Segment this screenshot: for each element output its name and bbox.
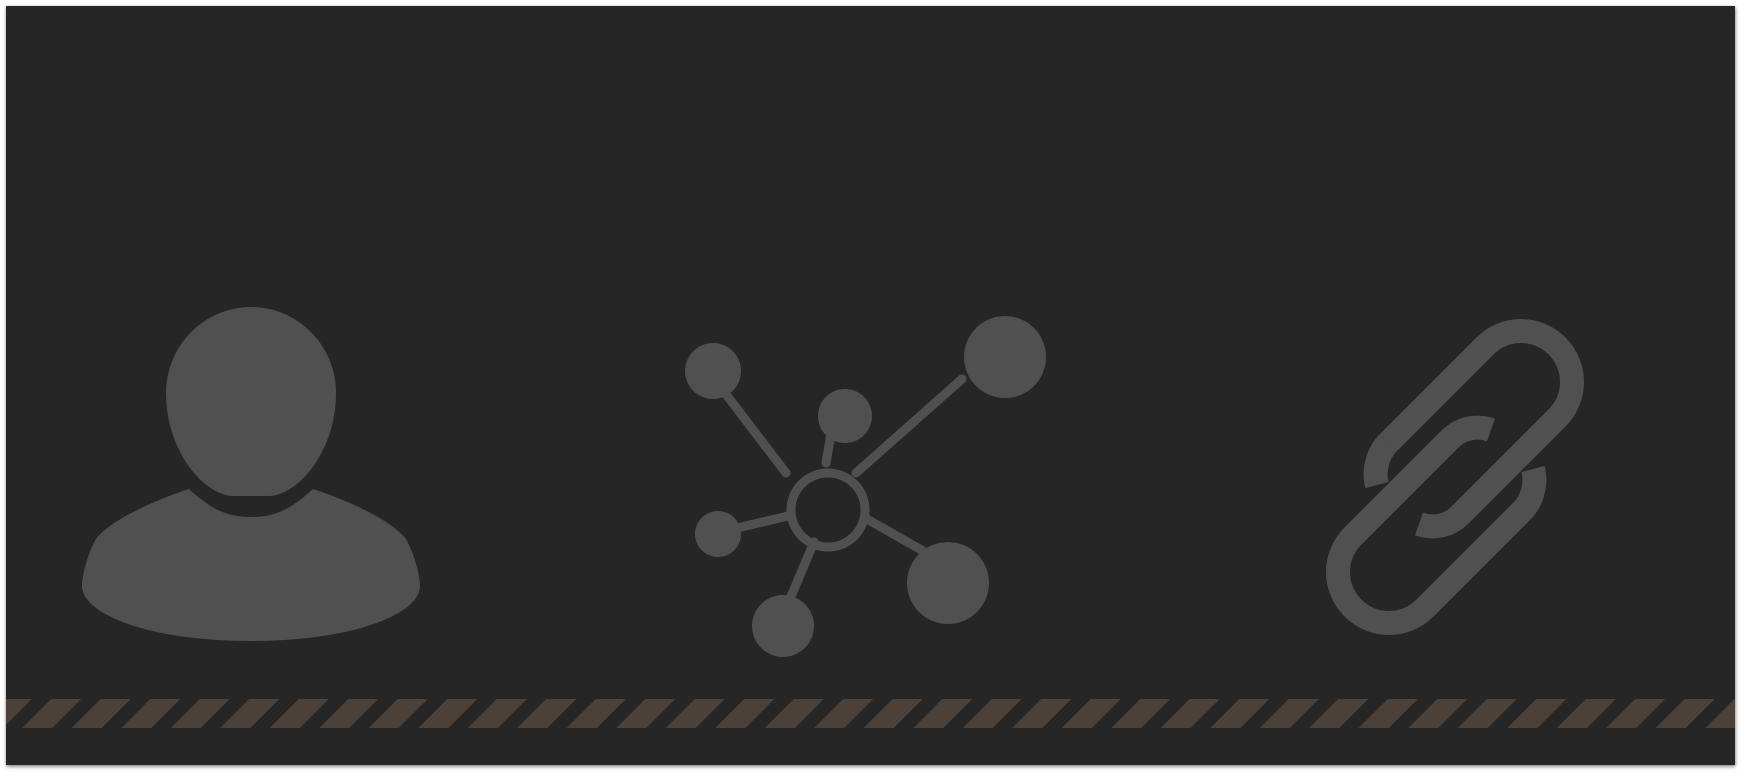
hazard-stripe-band	[6, 699, 1735, 728]
network-icon	[685, 316, 1046, 657]
user-icon	[82, 307, 420, 641]
link-icon	[1326, 319, 1584, 635]
icon-banner	[6, 6, 1735, 765]
